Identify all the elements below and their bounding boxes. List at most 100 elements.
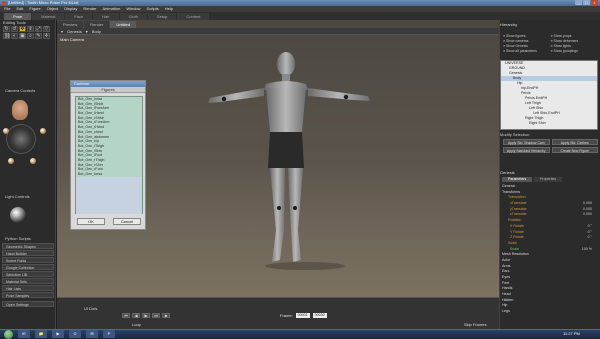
light-controls-header: Light Controls	[5, 194, 30, 199]
scale-icon[interactable]: ⤢	[35, 26, 42, 32]
step-back-icon[interactable]: ◀	[132, 313, 140, 318]
parameter-value[interactable]: 0.000	[583, 212, 592, 218]
library-item[interactable]: Selection LIB	[2, 271, 54, 277]
taskbar-clock: 11:27 PM	[563, 331, 580, 336]
library-item[interactable]: Geometric Shapes	[2, 243, 54, 249]
option-checkbox[interactable]: Show Genesis	[503, 44, 551, 48]
option-checkbox[interactable]: Show deformers	[551, 39, 599, 43]
apply-clothes-button[interactable]: Apply Std. Clothes	[551, 139, 598, 145]
tab-pose[interactable]: Pose	[4, 13, 32, 20]
loop-toggle[interactable]: Loop	[132, 322, 141, 327]
tab-parameters[interactable]: Parameters	[502, 177, 533, 182]
option-checkbox[interactable]: Show lights	[551, 44, 599, 48]
light-sphere[interactable]	[10, 207, 26, 223]
library-item[interactable]: Material Sets	[2, 278, 54, 284]
figures-list: Bot_Gen_head Bot_Gen_lShldr Bot_Gen_lFor…	[75, 96, 143, 214]
play-icon[interactable]: ▶	[142, 313, 150, 318]
parameter-value[interactable]: 100 %	[582, 247, 592, 253]
maximize-button[interactable]: □	[583, 0, 590, 5]
rewind-icon[interactable]: ⏮	[122, 313, 130, 318]
twist-icon[interactable]: ↺	[11, 26, 18, 32]
tab-hair[interactable]: Hair	[93, 13, 119, 20]
camera-scale-icon[interactable]	[8, 158, 14, 164]
create-figure-button[interactable]: Create New Figure	[551, 147, 598, 153]
figure-left-leg	[270, 168, 285, 262]
library-item[interactable]: Hair Lists	[2, 285, 54, 291]
taskbar-app[interactable]: IE	[18, 330, 30, 338]
figure-shorts	[268, 132, 304, 168]
figure-menu[interactable]: Genesis	[67, 29, 82, 34]
start-button[interactable]	[4, 330, 13, 339]
library-list: Geometric Shapes Hand Builder Scene Font…	[2, 243, 54, 308]
option-checkbox[interactable]: Show all parameters	[503, 49, 551, 53]
editing-tools-grid: ↻ ↺ ✥ ⇕ ⤢ ▽ ⛓ ◐ ▣ ⌕ ✎ ✛	[0, 25, 55, 40]
camera-label: Main Camera	[60, 37, 85, 42]
ok-button[interactable]: OK	[77, 218, 105, 225]
taskbar-app[interactable]: 📁	[35, 330, 47, 338]
tab-cloth[interactable]: Cloth	[119, 13, 147, 20]
library-header: Python Scripts	[5, 236, 31, 241]
tab-untitled[interactable]: Untitled	[110, 21, 136, 28]
camera-focal-icon[interactable]	[30, 158, 36, 164]
morphing-icon[interactable]: ✎	[35, 33, 42, 39]
genesis-figure[interactable]	[200, 40, 410, 270]
option-checkbox[interactable]: Show cameras	[503, 39, 551, 43]
part-menu[interactable]: Body	[92, 29, 101, 34]
window-title: [Untitled] - Smith Micro Poser Pro	[8, 0, 68, 5]
tab-content[interactable]: Content	[177, 13, 210, 20]
skip-frames-toggle[interactable]: Skip Frames	[464, 322, 486, 327]
library-item[interactable]: Scene Fonts	[2, 257, 54, 263]
view-magnifier-icon[interactable]: ⌕	[27, 33, 34, 39]
rotate-icon[interactable]: ↻	[3, 26, 10, 32]
parameter-value[interactable]: 0 °	[588, 235, 592, 241]
apply-shadow-cam-button[interactable]: Apply Std. Shadow Cam	[503, 139, 550, 145]
tab-face[interactable]: Face	[65, 13, 93, 20]
camera-right-hand-icon[interactable]	[40, 128, 46, 134]
figure-right-leg	[288, 168, 303, 262]
library-item[interactable]: Google Collection	[2, 264, 54, 270]
stop-icon[interactable]: ■	[162, 313, 170, 318]
library-item[interactable]: Pose Samples	[2, 292, 54, 298]
taskbar-apps: IE 📁 ▶ G ✉ P	[18, 330, 115, 338]
tree-node[interactable]: Right Shin	[501, 121, 597, 126]
tab-preview[interactable]: Preview	[57, 21, 84, 28]
chain-break-icon[interactable]: ⛓	[3, 33, 10, 39]
grouping-icon[interactable]: ▣	[19, 33, 26, 39]
apply-hierarchy-button[interactable]: Apply Standard Hierarchy	[503, 147, 550, 153]
tab-setup[interactable]: Setup	[147, 13, 177, 20]
room-tabs: Pose Material Face Hair Cloth Setup Cont…	[0, 12, 600, 20]
camera-face-icon[interactable]	[12, 100, 28, 120]
figure-torso	[266, 88, 306, 132]
minimize-button[interactable]: _	[575, 0, 582, 5]
total-frames-field[interactable]: 00030	[312, 313, 327, 318]
taskbar-app[interactable]: G	[69, 330, 81, 338]
cancel-button[interactable]: Cancel	[113, 218, 141, 225]
figure-menu-icon[interactable]: ▾	[61, 29, 63, 34]
tab-material[interactable]: Material	[32, 13, 65, 20]
translate-icon[interactable]: ✥	[19, 26, 26, 32]
taskbar-app[interactable]: ✉	[86, 330, 98, 338]
figure-head	[277, 52, 295, 76]
taskbar-app[interactable]: P	[103, 330, 115, 338]
taper-icon[interactable]: ▽	[43, 26, 50, 32]
direct-manipulation-icon[interactable]: ✛	[43, 33, 50, 39]
open-settings-button[interactable]: Open Settings	[2, 301, 54, 307]
current-frame-field[interactable]: 00001	[295, 313, 310, 318]
library-item[interactable]: Hand Builder	[2, 250, 54, 256]
parameter-row[interactable]: Legs	[502, 309, 598, 315]
option-checkbox[interactable]: Show props	[551, 34, 599, 38]
camera-trackball[interactable]	[6, 124, 36, 154]
color-icon[interactable]: ◐	[11, 33, 18, 39]
camera-left-hand-icon[interactable]	[3, 128, 9, 134]
option-checkbox[interactable]: Show groupings	[551, 49, 599, 53]
list-item[interactable]: Bot_Gen_torso	[76, 172, 142, 177]
close-button[interactable]: ×	[591, 0, 598, 5]
tab-properties[interactable]: Properties	[534, 177, 563, 182]
part-menu-icon[interactable]: ▾	[86, 29, 88, 34]
option-checkbox[interactable]: Show figures	[503, 34, 551, 38]
fast-forward-icon[interactable]: ⏭	[152, 313, 160, 318]
translate-in-out-icon[interactable]: ⇕	[27, 26, 34, 32]
list-empty-area	[76, 177, 142, 214]
tab-render[interactable]: Render	[84, 21, 110, 28]
taskbar-app[interactable]: ▶	[52, 330, 64, 338]
